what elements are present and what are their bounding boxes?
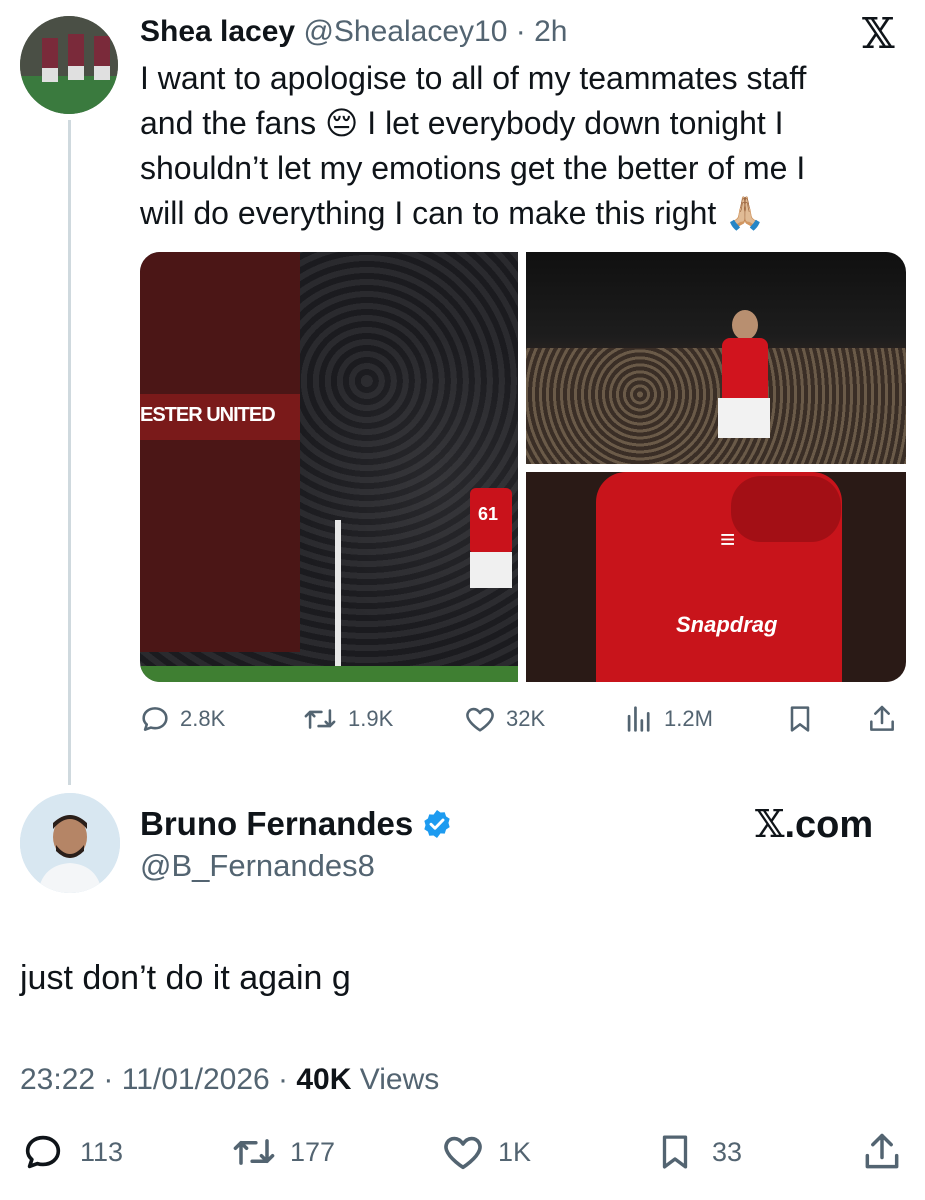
share-icon bbox=[870, 705, 894, 731]
media-photo-corner-flag[interactable]: ESTER UNITED 61 bbox=[140, 252, 518, 682]
repost-icon bbox=[233, 1139, 275, 1165]
post1-repost-count: 1.9K bbox=[348, 706, 394, 731]
post2-repost-count: 177 bbox=[290, 1136, 336, 1167]
post1-reply-count: 2.8K bbox=[180, 706, 226, 731]
media-photo-walking-off[interactable] bbox=[526, 252, 906, 464]
stadium-stand bbox=[140, 252, 300, 652]
x-logo-icon: 𝕏 bbox=[755, 802, 785, 846]
post1-display-name[interactable]: Shea lacey bbox=[140, 15, 295, 48]
post1-handle[interactable]: @Shealacey10 bbox=[303, 15, 507, 48]
stadium-banner-text: ESTER UNITED bbox=[140, 404, 276, 426]
post1-text: I want to apologise to all of my teammat… bbox=[140, 56, 900, 236]
post2-repost-button[interactable]: 177 bbox=[228, 1132, 335, 1172]
post1-like-button[interactable]: 32K bbox=[462, 699, 545, 739]
post2-views-label: Views bbox=[359, 1063, 440, 1096]
post2-time[interactable]: 23:22 bbox=[20, 1063, 95, 1096]
xcom-suffix: .com bbox=[784, 804, 874, 846]
post1-views-count: 1.2M bbox=[664, 706, 713, 731]
kit-logo-icon: ≡ bbox=[720, 524, 736, 554]
pitch bbox=[140, 666, 518, 682]
like-icon bbox=[444, 1136, 482, 1170]
post1-repost-button[interactable]: 1.9K bbox=[300, 699, 393, 739]
reply-icon bbox=[142, 707, 168, 731]
like-icon bbox=[466, 707, 494, 732]
post2-like-count: 1K bbox=[498, 1136, 532, 1167]
post2-display-name[interactable]: Bruno Fernandes bbox=[140, 802, 413, 846]
post1-header: Shea lacey @Shealacey10 · 2h bbox=[140, 12, 567, 52]
post1-text-line: and the fans 😔 I let everybody down toni… bbox=[140, 105, 784, 141]
post2-display-name-row: Bruno Fernandes bbox=[140, 802, 453, 846]
xcom-watermark: 𝕏.com bbox=[755, 801, 873, 848]
post2-views-count: 40K bbox=[296, 1063, 352, 1096]
post2-share-button[interactable] bbox=[860, 1132, 904, 1172]
player-shirt bbox=[722, 338, 768, 400]
media-photo-hands-on-head[interactable]: ≡ Snapdrag bbox=[526, 472, 906, 682]
post2-text: just don’t do it again g bbox=[20, 959, 351, 997]
shirt-sponsor: Snapdrag bbox=[676, 612, 778, 637]
repost-icon bbox=[304, 709, 336, 729]
corner-flag bbox=[335, 520, 341, 666]
player-arm bbox=[731, 476, 841, 542]
share-icon bbox=[865, 1133, 899, 1169]
post2-date[interactable]: 11/01/2026 bbox=[122, 1063, 270, 1096]
post2-meta: 23:22 · 11/01/2026 · 40K Views bbox=[20, 1060, 439, 1100]
bookmark-icon bbox=[790, 706, 810, 732]
player-shorts bbox=[718, 398, 770, 438]
post1-media-grid: ESTER UNITED 61 ≡ Snapdrag bbox=[140, 252, 906, 682]
avatar-shea-lacey[interactable] bbox=[20, 16, 118, 114]
post1-text-line: will do everything I can to make this ri… bbox=[140, 195, 765, 231]
crowd bbox=[526, 348, 906, 464]
post1-like-count: 32K bbox=[506, 706, 546, 731]
post1-time[interactable]: 2h bbox=[534, 15, 567, 48]
post1-views-button[interactable]: 1.2M bbox=[622, 699, 713, 739]
bookmark-icon bbox=[662, 1135, 688, 1169]
post1-reply-button[interactable]: 2.8K bbox=[138, 699, 225, 739]
post1-bookmark-button[interactable] bbox=[784, 699, 816, 739]
post2-like-button[interactable]: 1K bbox=[440, 1132, 531, 1172]
verified-badge-icon bbox=[424, 810, 450, 838]
player-number: 61 bbox=[478, 504, 499, 524]
views-icon bbox=[627, 706, 650, 732]
post1-text-line: I want to apologise to all of my teammat… bbox=[140, 60, 807, 96]
player-head bbox=[732, 310, 758, 340]
post1-share-button[interactable] bbox=[866, 699, 898, 739]
post1-text-line: shouldn’t let my emotions get the better… bbox=[140, 150, 806, 186]
post1-separator: · bbox=[515, 15, 526, 48]
post2-bookmark-button[interactable]: 33 bbox=[654, 1132, 742, 1172]
post2-handle[interactable]: @B_Fernandes8 bbox=[140, 846, 375, 886]
avatar-bruno-fernandes[interactable] bbox=[20, 793, 120, 893]
thread-connector-line bbox=[68, 120, 71, 785]
x-logo-icon: 𝕏 bbox=[862, 9, 895, 58]
meta-separator: · bbox=[103, 1063, 114, 1096]
post2-reply-button[interactable]: 113 bbox=[20, 1132, 123, 1172]
avatar-photo bbox=[20, 16, 118, 114]
reply-icon bbox=[25, 1135, 61, 1169]
post2-bookmark-count: 33 bbox=[712, 1136, 743, 1167]
post2-reply-count: 113 bbox=[80, 1136, 124, 1167]
avatar-photo bbox=[20, 793, 120, 893]
player-shorts bbox=[470, 552, 512, 588]
meta-separator: · bbox=[278, 1063, 289, 1096]
